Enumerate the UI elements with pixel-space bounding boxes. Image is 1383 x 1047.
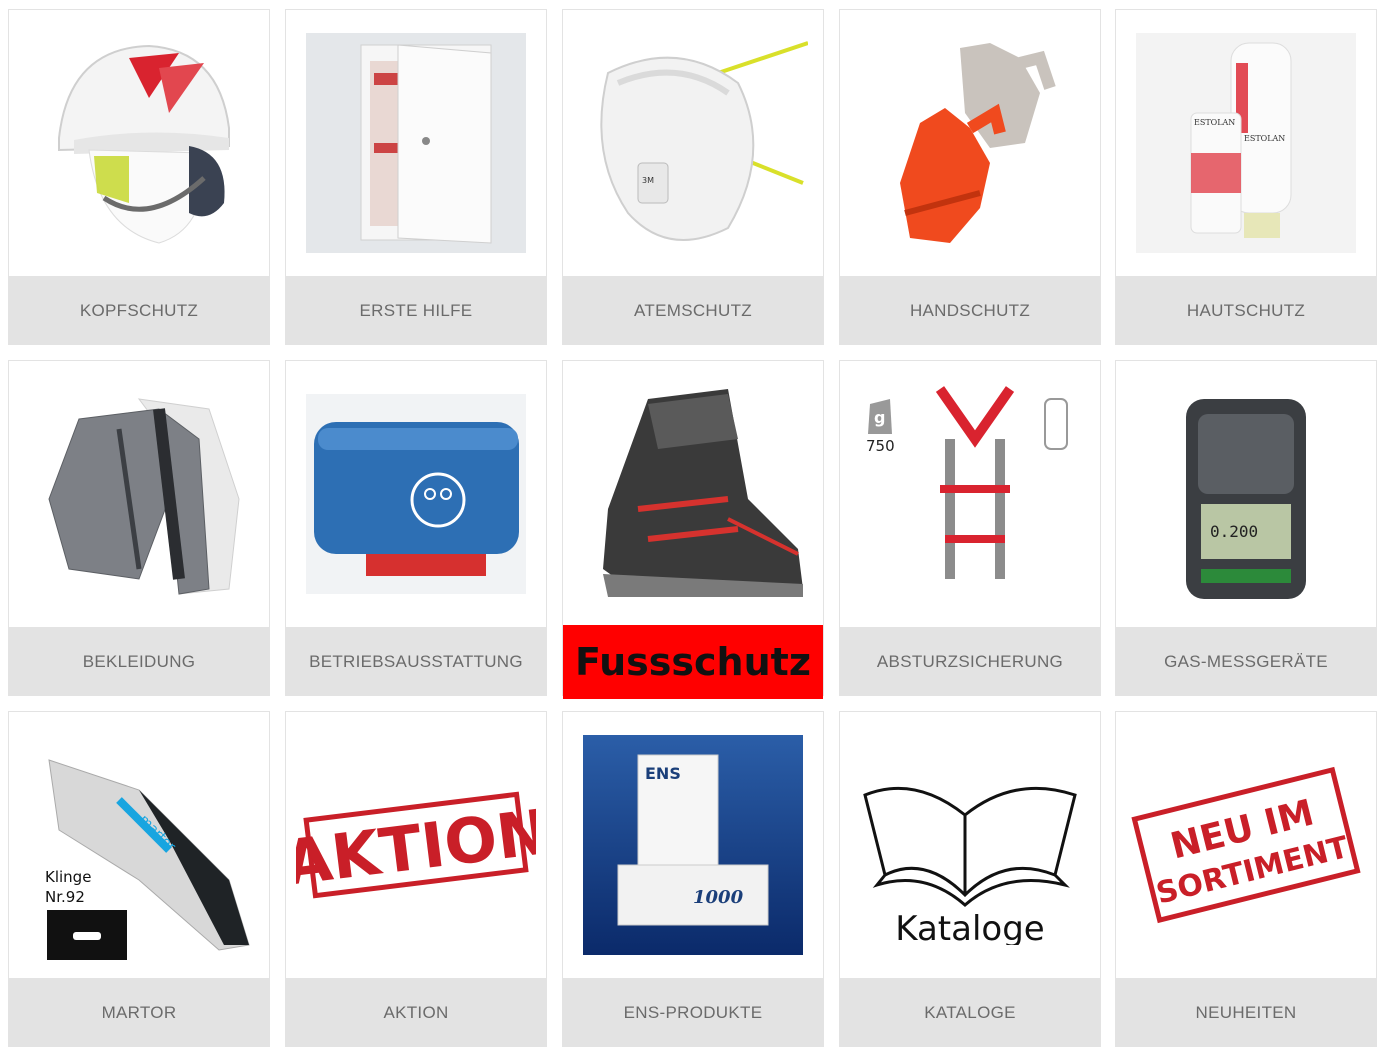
category-label: ERSTE HILFE [286,276,546,344]
svg-text:ESTOLAN: ESTOLAN [1194,118,1235,127]
svg-text:Nr.92: Nr.92 [45,888,85,906]
skin-care-bottles-icon: ESTOLAN ESTOLAN [1116,10,1376,276]
svg-text:g: g [874,408,885,427]
category-tile-betriebsausstattung[interactable]: BETRIEBSAUSSTATTUNG [285,360,547,696]
respirator-mask-icon: 3M [563,10,823,276]
category-tile-martor[interactable]: martor Klinge Nr.92 MARTOR [8,711,270,1047]
category-label: AKTION [286,978,546,1046]
category-tile-absturzsicherung[interactable]: g 750 ABSTURZSICHERUNG [839,360,1101,696]
category-tile-erste-hilfe[interactable]: ERSTE HILFE [285,9,547,345]
category-tile-hautschutz[interactable]: ESTOLAN ESTOLAN HAUTSCHUTZ [1115,9,1377,345]
harness-icon: g 750 [840,361,1100,627]
category-label: ATEMSCHUTZ [563,276,823,344]
category-label: KATALOGE [840,978,1100,1046]
first-aid-cabinet-icon [286,10,546,276]
category-label: MARTOR [9,978,269,1046]
ens-boxes-icon: ENS 1000 [563,712,823,978]
category-label: ABSTURZSICHERUNG [840,627,1100,695]
category-label: NEUHEITEN [1116,978,1376,1046]
category-tile-kataloge[interactable]: Kataloge KATALOGE [839,711,1101,1047]
open-book-icon: Kataloge [840,712,1100,978]
svg-text:AKTION: AKTION [296,795,536,900]
category-tile-handschutz[interactable]: HANDSCHUTZ [839,9,1101,345]
category-tile-neuheiten[interactable]: NEU IM SORTIMENT NEUHEITEN [1115,711,1377,1047]
helmet-icon [9,10,269,276]
new-stamp-icon: NEU IM SORTIMENT [1116,712,1376,978]
category-tile-atemschutz[interactable]: 3M ATEMSCHUTZ [562,9,824,345]
svg-text:Kataloge: Kataloge [895,909,1044,945]
gloves-icon [840,10,1100,276]
svg-text:3M: 3M [642,176,654,185]
svg-text:ENS: ENS [645,764,681,783]
category-tile-fussschutz[interactable]: Fussschutz [562,360,824,699]
svg-text:ESTOLAN: ESTOLAN [1244,134,1285,143]
category-tile-ens-produkte[interactable]: ENS 1000 ENS-PRODUKTE [562,711,824,1047]
jackets-icon [9,361,269,627]
category-tile-aktion[interactable]: AKTION AKTION [285,711,547,1047]
svg-text:Klinge: Klinge [45,868,91,886]
category-tile-kopfschutz[interactable]: KOPFSCHUTZ [8,9,270,345]
svg-text:1000: 1000 [693,887,744,908]
category-label-active: Fussschutz [563,625,823,699]
aktion-stamp-icon: AKTION [286,712,546,978]
category-label: KOPFSCHUTZ [9,276,269,344]
safety-boot-icon [563,361,823,627]
category-label: ENS-PRODUKTE [563,978,823,1046]
category-label: HANDSCHUTZ [840,276,1100,344]
safety-knife-icon: martor Klinge Nr.92 [9,712,269,978]
category-tile-gas-messgeraete[interactable]: 0.200 GAS-MESSGERÄTE [1115,360,1377,696]
gas-detector-icon: 0.200 [1116,361,1376,627]
svg-text:750: 750 [866,437,895,455]
category-label: BETRIEBSAUSSTATTUNG [286,627,546,695]
category-tile-bekleidung[interactable]: BEKLEIDUNG [8,360,270,696]
category-label: GAS-MESSGERÄTE [1116,627,1376,695]
category-label: HAUTSCHUTZ [1116,276,1376,344]
storage-box-icon [286,361,546,627]
category-label: BEKLEIDUNG [9,627,269,695]
svg-text:0.200: 0.200 [1210,522,1258,541]
